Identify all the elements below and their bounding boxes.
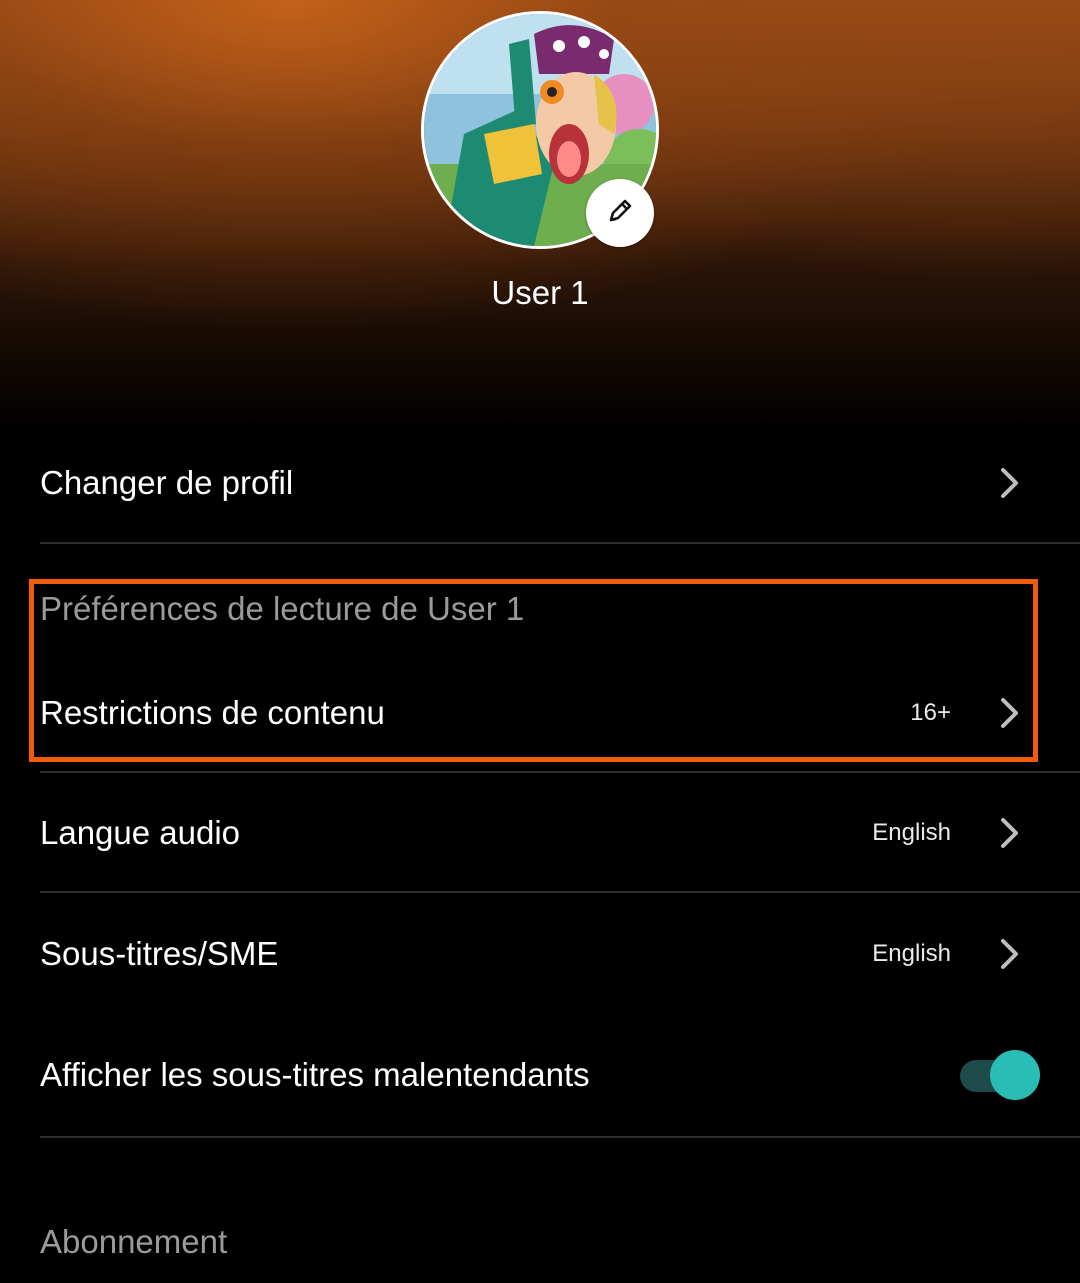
subtitles-label: Sous-titres/SME [40,935,279,972]
chevron-right-icon [1001,939,1018,969]
change-profile-label: Changer de profil [40,464,294,501]
audio-language-row[interactable]: Langue audio English [40,806,1040,860]
chevron-right-icon [1001,468,1018,498]
toggle-knob [990,1050,1040,1100]
subtitles-row[interactable]: Sous-titres/SME English [40,927,1040,981]
pencil-icon [603,194,637,233]
divider [40,542,1080,544]
edit-avatar-button[interactable] [586,179,654,247]
show-sdh-label: Afficher les sous-titres malentendants [40,1056,590,1093]
show-sdh-row: Afficher les sous-titres malentendants [40,1048,1040,1102]
change-profile-row[interactable]: Changer de profil [40,456,1040,510]
sdh-toggle[interactable] [960,1050,1040,1100]
divider [40,771,1080,773]
profile-avatar-container[interactable] [421,11,659,249]
audio-language-value: English [872,819,951,846]
profile-name: User 1 [491,274,589,311]
subscription-title: Abonnement [40,1223,228,1260]
audio-language-label: Langue audio [40,814,241,851]
chevron-right-icon [1001,818,1018,848]
divider [40,1136,1080,1138]
subtitles-value: English [872,940,951,967]
divider [40,891,1080,893]
highlight-box [29,579,1038,762]
